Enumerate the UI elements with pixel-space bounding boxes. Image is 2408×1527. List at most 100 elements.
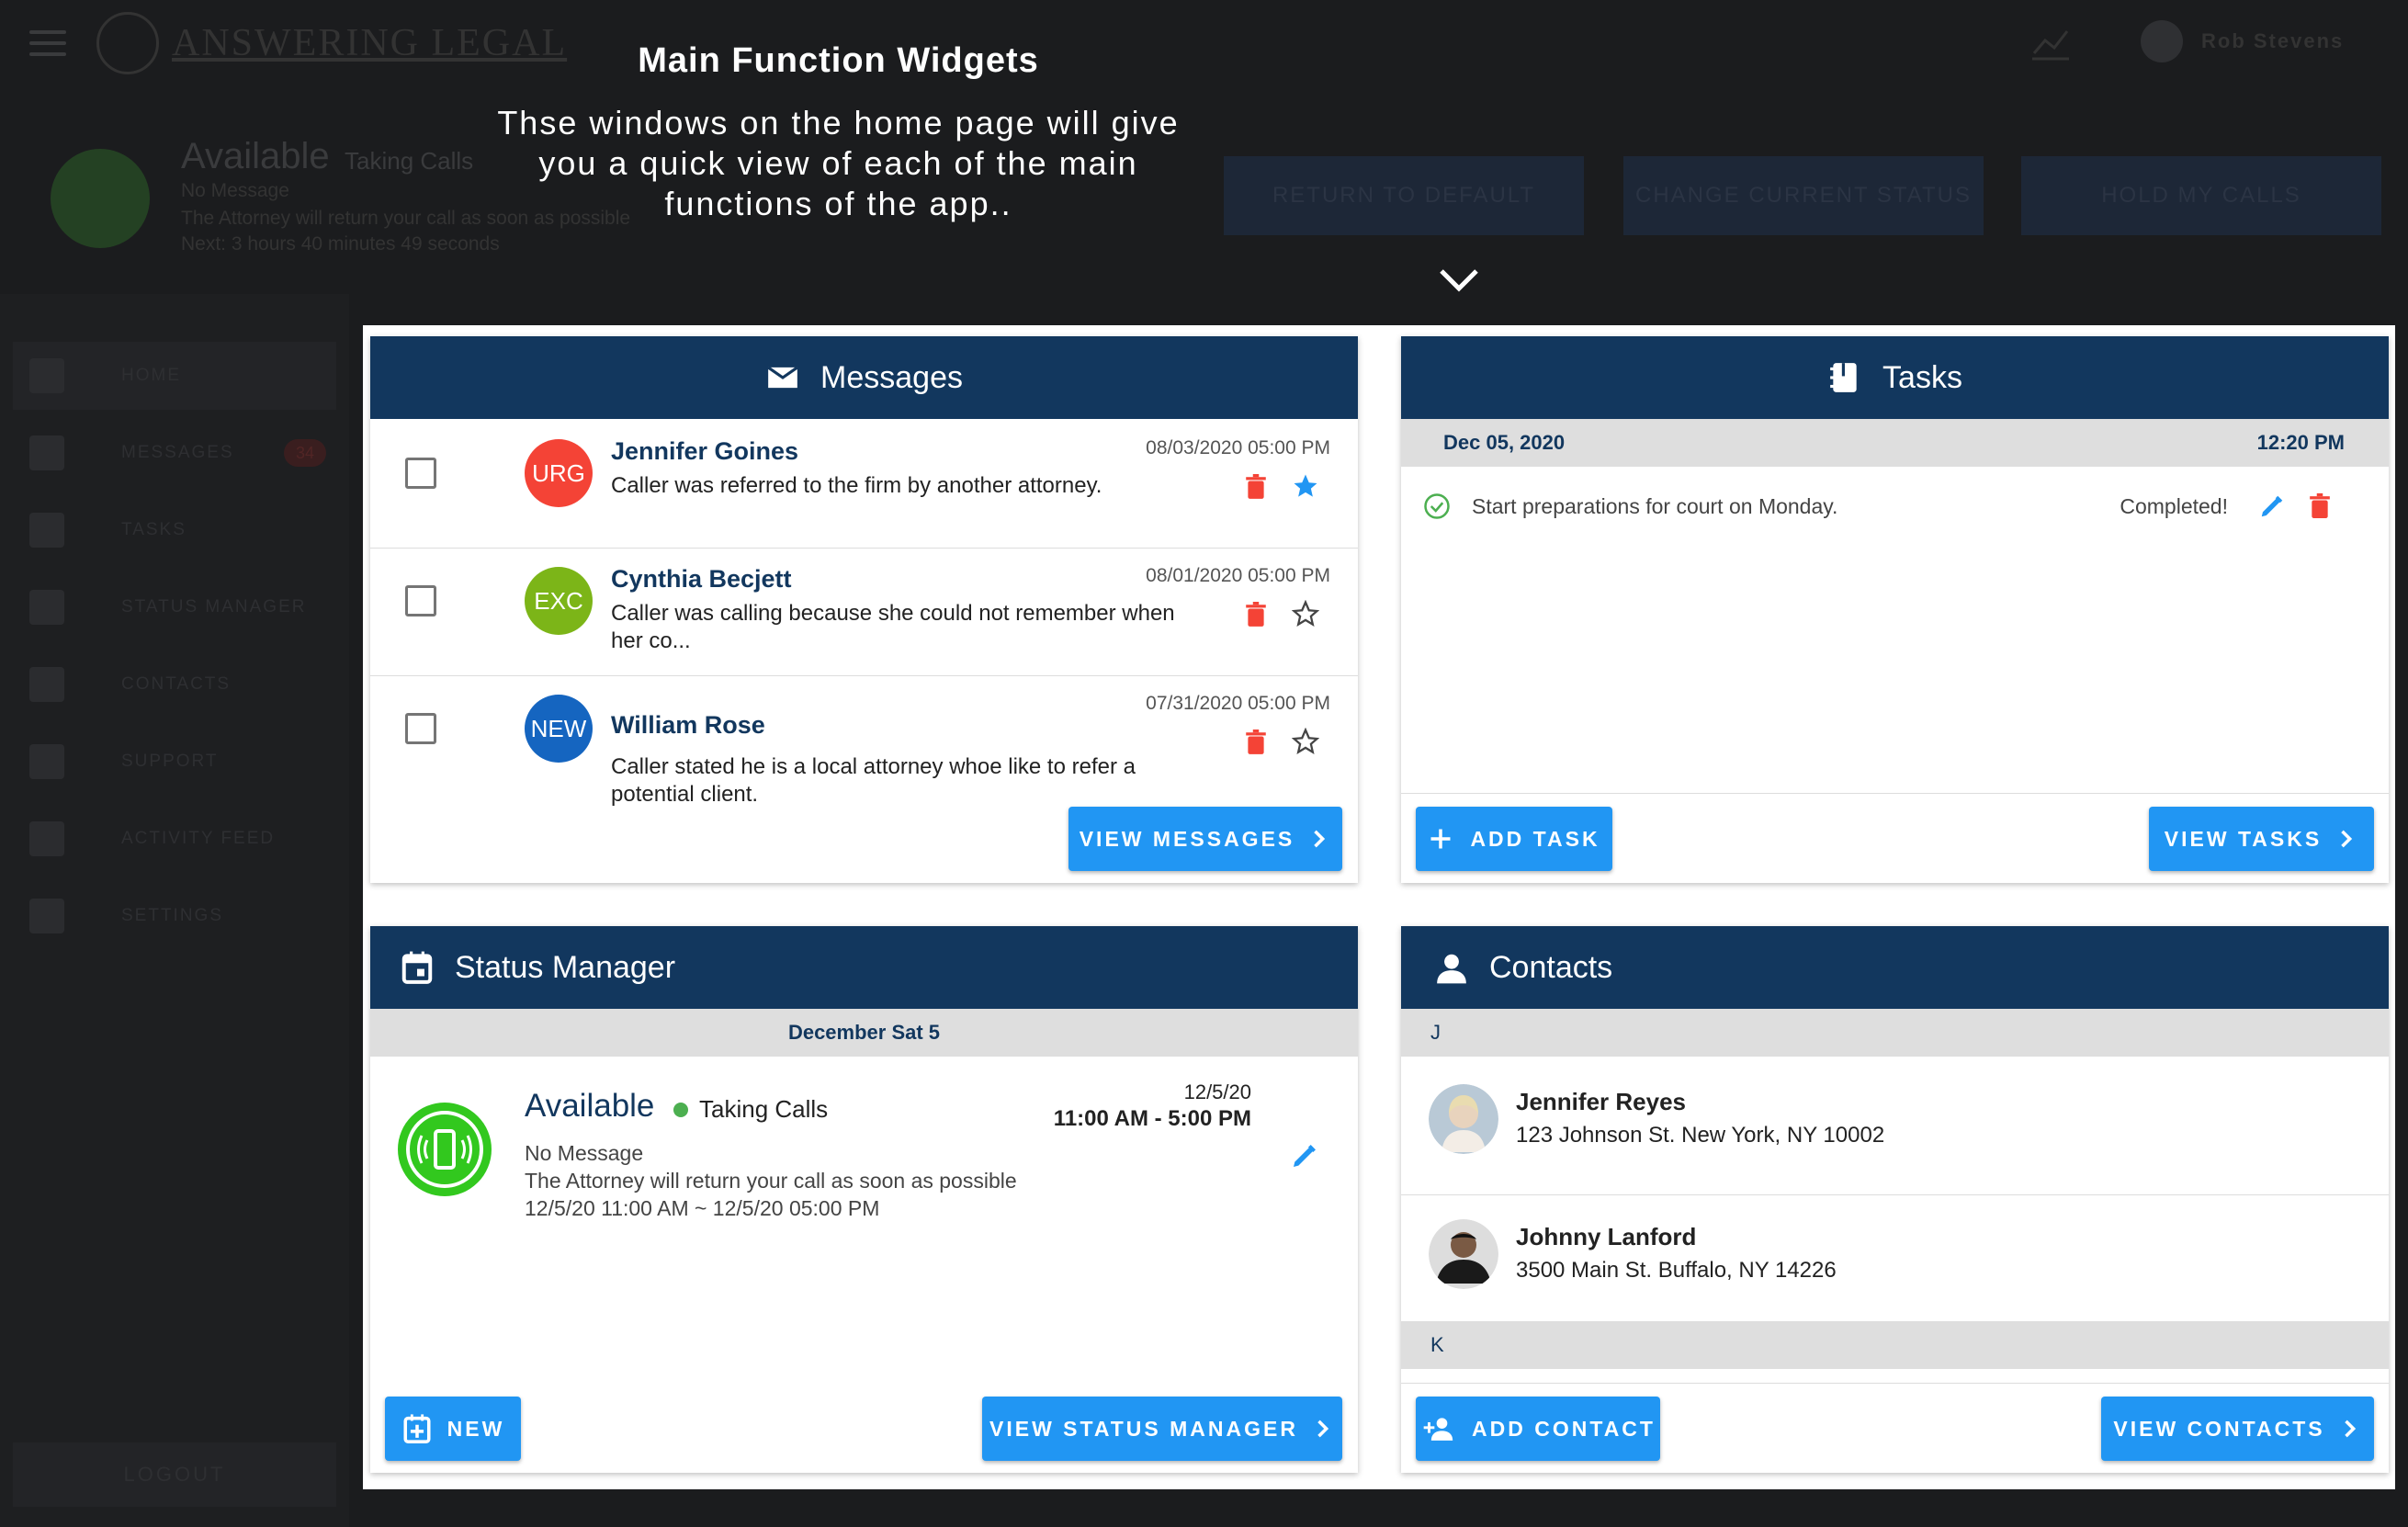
message-row[interactable]: EXC Cynthia Becjett Caller was calling b…	[370, 549, 1358, 676]
messages-title: Messages	[820, 359, 963, 395]
user-menu[interactable]: Rob Stevens	[2141, 20, 2344, 62]
message-checkbox[interactable]	[405, 713, 436, 744]
top-bar: ANSWERING LEGAL Rob Stevens	[0, 0, 2408, 87]
status-time-range: 11:00 AM - 5:00 PM	[1053, 1106, 1251, 1131]
messages-widget: Messages URG Jennifer Goines Caller was …	[370, 336, 1358, 883]
avatar	[2141, 20, 2183, 62]
contact-row[interactable]: Jennifer Reyes 123 Johnson St. New York,…	[1401, 1057, 2389, 1195]
logo-mark-icon	[96, 12, 159, 74]
contacts-header: Contacts	[1401, 926, 2389, 1009]
message-row[interactable]: URG Jennifer Goines Caller was referred …	[370, 421, 1358, 549]
mail-icon	[767, 366, 798, 389]
calendar-icon	[29, 590, 64, 625]
task-row[interactable]: Start preparations for court on Monday. …	[1401, 476, 2389, 537]
status-description: The Attorney will return your call as so…	[525, 1169, 1017, 1193]
status-manager-date-bar: December Sat 5	[370, 1009, 1358, 1057]
person-icon	[1437, 954, 1466, 984]
status-subtitle: Taking Calls	[345, 147, 474, 175]
logout-button[interactable]: LOGOUT	[13, 1442, 336, 1507]
divider	[1401, 1383, 2389, 1384]
contact-address: 3500 Main St. Buffalo, NY 14226	[1516, 1258, 1837, 1283]
return-to-default-button[interactable]: RETURN TO DEFAULT	[1224, 156, 1584, 235]
contacts-section-header: K	[1401, 1321, 2389, 1369]
task-text: Start preparations for court on Monday.	[1472, 494, 1838, 518]
sidebar-item-status-manager[interactable]: STATUS MANAGER	[13, 573, 336, 641]
status-subtitle: Taking Calls	[673, 1095, 828, 1124]
hold-my-calls-button[interactable]: HOLD MY CALLS	[2021, 156, 2381, 235]
gear-icon	[29, 899, 64, 933]
contact-row[interactable]: Johnny Lanford 3500 Main St. Buffalo, NY…	[1401, 1195, 2389, 1324]
sidebar-item-activity-feed[interactable]: ACTIVITY FEED	[13, 805, 336, 873]
tutorial-tooltip: Main Function Widgets Thse windows on th…	[478, 41, 1199, 224]
status-next: Next: 3 hours 40 minutes 49 seconds	[181, 233, 500, 254]
chevron-right-icon	[2344, 1420, 2356, 1438]
add-contact-button[interactable]: ADD CONTACT	[1416, 1397, 1660, 1461]
chevron-down-icon	[1440, 269, 1478, 292]
trash-icon[interactable]	[1244, 602, 1268, 628]
view-status-manager-button[interactable]: VIEW STATUS MANAGER	[982, 1397, 1342, 1461]
message-preview: Caller was calling because she could not…	[611, 601, 1175, 653]
sidebar-item-contacts[interactable]: CONTACTS	[13, 650, 336, 718]
person-add-icon	[1423, 1418, 1453, 1441]
message-date: 07/31/2020 05:00 PM	[1146, 693, 1330, 714]
view-contacts-button[interactable]: VIEW CONTACTS	[2101, 1397, 2374, 1461]
chevron-right-icon	[2341, 830, 2353, 848]
contact-address: 123 Johnson St. New York, NY 10002	[1516, 1123, 1885, 1148]
sidebar-item-settings[interactable]: SETTINGS	[13, 882, 336, 950]
messages-count-badge: 34	[284, 439, 326, 467]
calendar-icon	[401, 951, 433, 984]
user-name: Rob Stevens	[2201, 29, 2345, 52]
status-date: 12/5/20	[1183, 1080, 1251, 1103]
add-task-button[interactable]: ADD TASK	[1416, 807, 1612, 871]
tasks-date: Dec 05, 2020	[1443, 431, 1566, 454]
priority-badge: URG	[525, 439, 593, 507]
contact-name[interactable]: Johnny Lanford	[1516, 1223, 1696, 1251]
phone-ringing-icon	[398, 1103, 492, 1196]
pencil-icon[interactable]	[1290, 1141, 1319, 1171]
status-manager-title: Status Manager	[455, 949, 676, 985]
person-icon	[29, 667, 64, 702]
priority-badge: NEW	[525, 695, 593, 763]
message-date: 08/01/2020 05:00 PM	[1146, 565, 1330, 586]
status-phone-icon	[51, 149, 150, 248]
messages-header: Messages	[370, 336, 1358, 419]
sidebar-item-support[interactable]: SUPPORT	[13, 728, 336, 796]
message-caller-name[interactable]: Jennifer Goines	[611, 437, 798, 466]
divider	[1401, 793, 2389, 794]
monitor-icon	[29, 821, 64, 856]
dashboard-icon	[29, 358, 64, 393]
sidebar: HOME MESSAGES 34 TASKS STATUS MANAGER CON…	[0, 294, 349, 1527]
change-current-status-button[interactable]: CHANGE CURRENT STATUS	[1623, 156, 1984, 235]
tasks-date-bar: Dec 05, 2020 12:20 PM	[1401, 419, 2389, 467]
check-circle-icon	[1424, 493, 1450, 519]
mail-icon	[29, 435, 64, 470]
new-status-button[interactable]: NEW	[385, 1397, 521, 1461]
star-outline-icon[interactable]	[1292, 600, 1319, 628]
widgets-area: Messages URG Jennifer Goines Caller was …	[363, 325, 2395, 1489]
trash-icon[interactable]	[1244, 730, 1268, 755]
message-caller-name[interactable]: Cynthia Becjett	[611, 565, 792, 594]
view-messages-button[interactable]: VIEW MESSAGES	[1068, 807, 1342, 871]
trash-icon[interactable]	[2308, 492, 2332, 520]
star-filled-icon[interactable]	[1292, 472, 1319, 500]
sidebar-item-messages[interactable]: MESSAGES 34	[13, 419, 336, 487]
sidebar-item-tasks[interactable]: TASKS	[13, 496, 336, 564]
view-tasks-button[interactable]: VIEW TASKS	[2149, 807, 2374, 871]
message-preview: Caller stated he is a local attorney who…	[611, 754, 1136, 807]
chart-icon[interactable]	[2030, 26, 2071, 62]
contact-name[interactable]: Jennifer Reyes	[1516, 1088, 1686, 1116]
tasks-icon	[1830, 363, 1857, 392]
message-row[interactable]: NEW William Rose Caller stated he is a l…	[370, 676, 1358, 807]
message-preview: Caller was referred to the firm by anoth…	[611, 473, 1102, 498]
message-caller-name[interactable]: William Rose	[611, 711, 765, 740]
sidebar-item-home[interactable]: HOME	[13, 342, 336, 410]
message-checkbox[interactable]	[405, 585, 436, 616]
trash-icon[interactable]	[1244, 474, 1268, 500]
plus-icon	[1430, 829, 1451, 849]
tasks-widget: Tasks Dec 05, 2020 12:20 PM Start prepar…	[1401, 336, 2389, 883]
menu-icon[interactable]	[29, 30, 66, 58]
star-outline-icon[interactable]	[1292, 728, 1319, 755]
pencil-icon[interactable]	[2258, 492, 2286, 520]
message-checkbox[interactable]	[405, 458, 436, 489]
status-manager-header: Status Manager	[370, 926, 1358, 1009]
